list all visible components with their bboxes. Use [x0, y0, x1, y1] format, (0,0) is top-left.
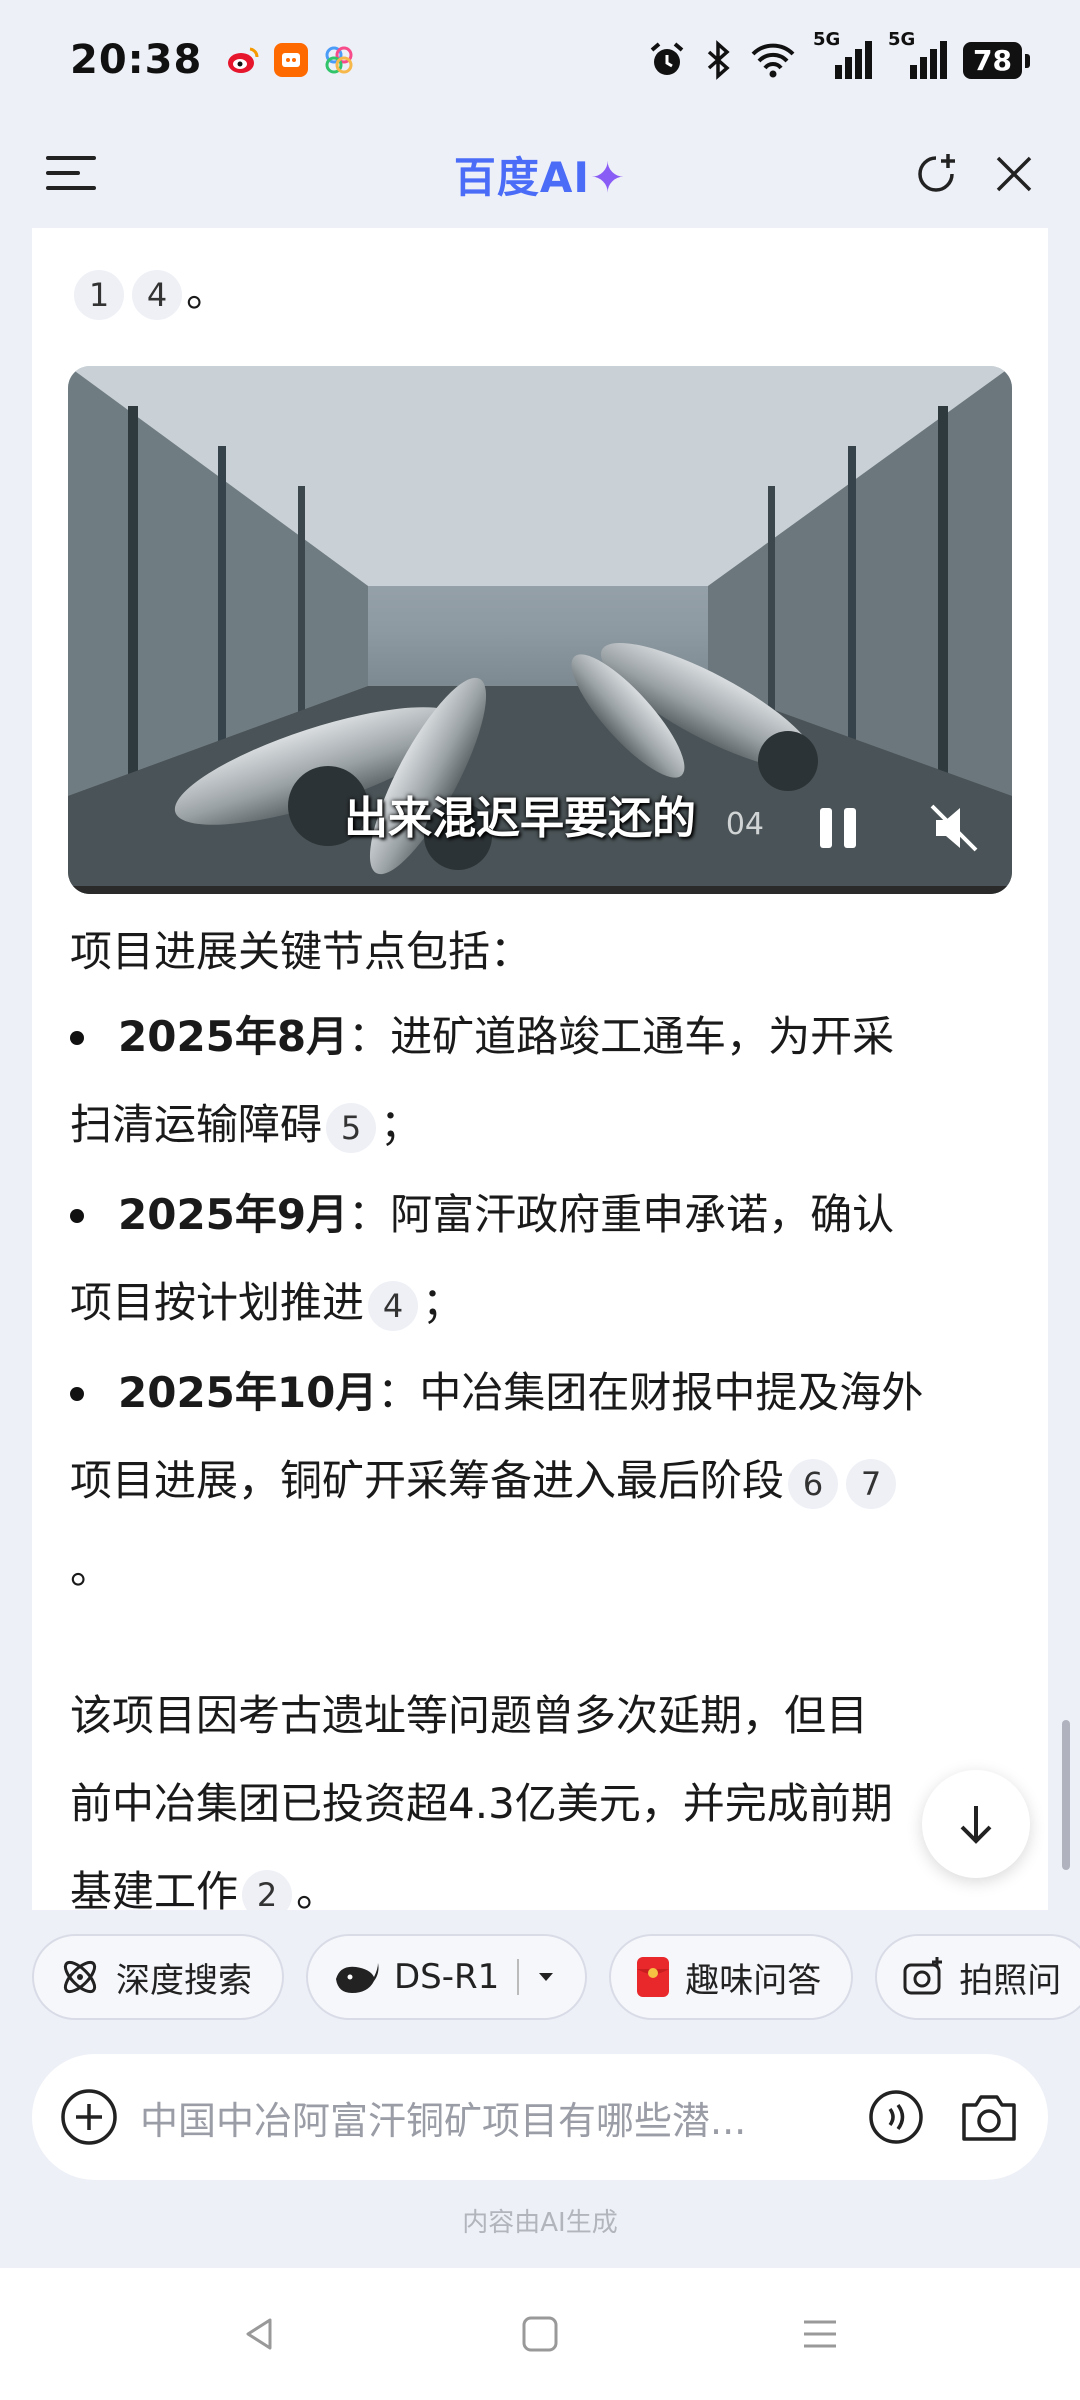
- list-item: 2025年8月：进矿道路竣工通车，为开采 扫清运输障碍 5；: [32, 993, 1048, 1169]
- whale-icon: [336, 1963, 379, 1993]
- arrow-down-icon: [960, 1806, 992, 1844]
- divider: [517, 1959, 520, 1995]
- milestone-text: 阿富汗政府重申承诺，确认: [390, 1190, 895, 1239]
- punctuation: ；: [380, 1100, 423, 1149]
- citation-ref[interactable]: 6: [788, 1458, 839, 1509]
- status-indicators: 5G 5G 78: [647, 29, 1030, 80]
- status-time: 20:38: [70, 37, 203, 83]
- citation-ref[interactable]: 1: [74, 269, 124, 320]
- separator: ：: [377, 1368, 420, 1417]
- quick-action-chips: 深度搜索 DS-R1 趣味问答 拍照问: [32, 1934, 1080, 2020]
- list-item: 2025年9月：阿富汗政府重申承诺，确认 项目按计划推进 4；: [32, 1171, 1048, 1347]
- milestone-date: 2025年8月: [118, 1012, 349, 1061]
- citation-ref[interactable]: 2: [242, 1869, 293, 1910]
- system-nav-bar: [0, 2268, 1080, 2400]
- intro-label: 项目进展关键节点包括：: [70, 927, 533, 976]
- voice-input-icon[interactable]: [868, 2089, 924, 2145]
- chip-label: 趣味问答: [685, 1960, 822, 2001]
- intro-text: 项目进展关键节点包括：: [32, 908, 570, 996]
- atom-icon: [63, 1960, 97, 1994]
- separator: ：: [348, 1012, 391, 1061]
- top-bar: 百度AI✦: [0, 120, 1080, 228]
- mute-icon[interactable]: [926, 800, 982, 856]
- milestone-text-cont: 项目按计划推进: [70, 1278, 365, 1327]
- chip-deep-search[interactable]: 深度搜索: [32, 1934, 284, 2020]
- ref-line: 1 4。: [32, 248, 266, 336]
- list-item: 2025年10月：中冶集团在财报中提及海外 项目进展，铜矿开采筹备进入最后阶段 6…: [32, 1349, 1048, 1613]
- chip-model-select[interactable]: DS-R1: [306, 1934, 588, 2020]
- chip-label: 深度搜索: [116, 1960, 252, 2001]
- chip-label: DS-R1: [394, 1957, 500, 1997]
- signal-strength-icon: 5G: [813, 29, 873, 79]
- citation-ref[interactable]: 5: [326, 1102, 377, 1153]
- milestone-text: 中冶集团在财报中提及海外: [419, 1368, 924, 1417]
- ai-generated-note: 内容由AI生成: [462, 2208, 618, 2238]
- network-type-label-2: 5G: [888, 29, 916, 50]
- milestone-text: 进矿道路竣工通车，为开采: [390, 1012, 895, 1061]
- add-attachment-icon[interactable]: [60, 2088, 118, 2146]
- citation-ref[interactable]: 7: [846, 1458, 897, 1509]
- recents-icon[interactable]: [800, 2314, 840, 2354]
- app-flower-icon: [322, 43, 356, 77]
- milestone-list: 2025年8月：进矿道路竣工通车，为开采 扫清运输障碍 5； 2025年9月：阿富…: [32, 993, 1048, 1613]
- video-player[interactable]: 出来混迟早要还的 04: [68, 366, 1012, 894]
- scroll-down-button[interactable]: [922, 1770, 1030, 1878]
- brand-logo: 百度AI✦: [454, 144, 626, 205]
- status-bar: 20:38 5G 5G 78: [0, 0, 1080, 120]
- camera-icon[interactable]: [958, 2089, 1020, 2145]
- new-chat-icon[interactable]: [912, 150, 960, 198]
- app-orange-icon: [274, 43, 309, 77]
- milestone-date: 2025年10月: [118, 1368, 378, 1417]
- chat-input-bar: 中国中冶阿富汗铜矿项目有哪些潜...: [32, 2054, 1048, 2180]
- punctuation: ；: [422, 1278, 465, 1327]
- chip-label: 拍照问: [959, 1960, 1062, 2001]
- punctuation: 。: [70, 1544, 113, 1593]
- pause-icon[interactable]: [814, 802, 862, 854]
- citation-ref[interactable]: 4: [368, 1280, 419, 1331]
- signal-strength-icon-2: 5G: [888, 29, 948, 79]
- caret-down-icon: [539, 1973, 554, 1981]
- bluetooth-icon: [707, 40, 730, 80]
- milestone-text-cont: 扫清运输障碍: [70, 1100, 323, 1149]
- video-subtitle: 出来混迟早要还的: [344, 793, 696, 844]
- notification-icons: [226, 43, 356, 77]
- chip-photo-ask[interactable]: 拍照问: [875, 1934, 1080, 2020]
- citation-ref[interactable]: 4: [132, 269, 182, 320]
- video-time: 04: [725, 807, 764, 842]
- chip-fun-qa[interactable]: 趣味问答: [609, 1934, 854, 2020]
- battery-indicator: 78: [963, 41, 1030, 79]
- network-type-label: 5G: [813, 29, 841, 50]
- closing-text-line: 前中冶集团已投资超4.3亿美元，并完成前期: [70, 1779, 893, 1828]
- back-icon[interactable]: [240, 2314, 280, 2354]
- chat-input-field[interactable]: 中国中冶阿富汗铜矿项目有哪些潜...: [140, 2090, 850, 2145]
- red-envelope-icon: [637, 1957, 670, 1997]
- closing-text-line: 该项目因考古遗址等问题曾多次延期，但目: [70, 1691, 869, 1740]
- brand-name: 百度AI: [453, 152, 590, 202]
- closing-text-line: 基建工作: [70, 1867, 239, 1910]
- answer-content: 1 4。 出来混迟早要还的 04 项目进展关键节点包括： 2025年8月：进矿道…: [32, 228, 1048, 1910]
- brand-star: ✦: [589, 152, 627, 202]
- home-icon[interactable]: [520, 2314, 560, 2354]
- weibo-icon: [226, 43, 260, 77]
- punctuation: 。: [296, 1867, 339, 1910]
- milestone-date: 2025年9月: [118, 1190, 349, 1239]
- menu-icon[interactable]: [46, 150, 96, 196]
- camera-plus-icon: [903, 1957, 943, 1995]
- closing-paragraph: 该项目因考古遗址等问题曾多次延期，但目 前中冶集团已投资超4.3亿美元，并完成前…: [32, 1672, 931, 1910]
- alarm-icon: [650, 42, 684, 75]
- wifi-icon: [751, 43, 795, 78]
- separator: ：: [348, 1190, 391, 1239]
- punctuation: 。: [186, 267, 229, 316]
- close-icon[interactable]: [988, 148, 1040, 200]
- scrollbar[interactable]: [1062, 1720, 1070, 1870]
- milestone-text-cont: 项目进展，铜矿开采筹备进入最后阶段: [70, 1456, 785, 1505]
